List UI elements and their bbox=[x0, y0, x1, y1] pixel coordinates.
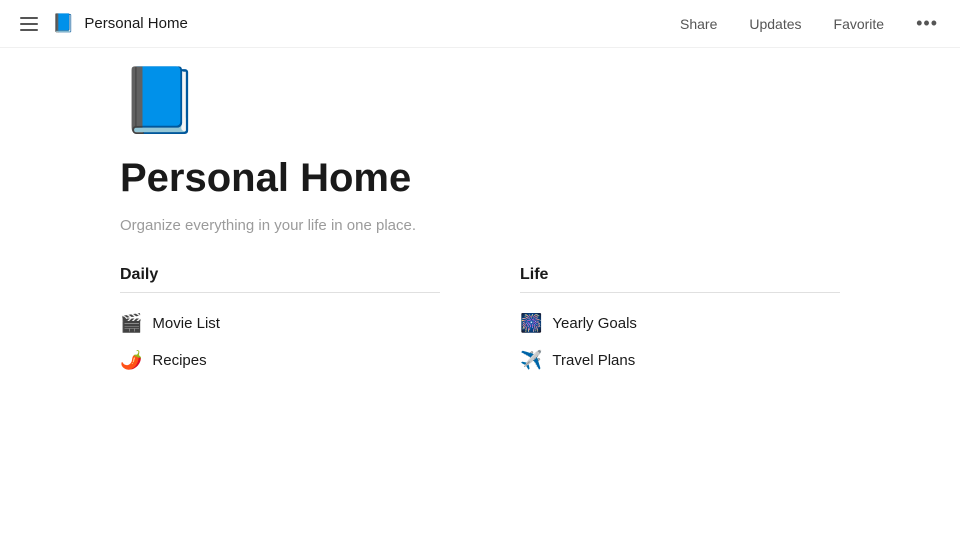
main-content: 📘 Personal Home Organize everything in y… bbox=[0, 48, 960, 379]
section-daily-items: 🎬 Movie List 🌶️ Recipes bbox=[120, 305, 440, 379]
travel-plans-label: Travel Plans bbox=[552, 352, 635, 369]
travel-plans-icon: ✈️ bbox=[520, 350, 542, 371]
list-item-travel-plans[interactable]: ✈️ Travel Plans bbox=[520, 342, 840, 379]
movie-list-icon: 🎬 bbox=[120, 313, 142, 334]
section-life-title: Life bbox=[520, 266, 840, 293]
section-life: Life 🎆 Yearly Goals ✈️ Travel Plans bbox=[520, 266, 840, 379]
page-description: Organize everything in your life in one … bbox=[120, 217, 840, 234]
recipes-label: Recipes bbox=[152, 352, 206, 369]
share-button[interactable]: Share bbox=[674, 12, 723, 36]
topbar-right: Share Updates Favorite ••• bbox=[674, 9, 944, 38]
recipes-icon: 🌶️ bbox=[120, 350, 142, 371]
movie-list-label: Movie List bbox=[152, 315, 220, 332]
topbar: 📘 Personal Home Share Updates Favorite •… bbox=[0, 0, 960, 48]
favorite-button[interactable]: Favorite bbox=[828, 12, 891, 36]
topbar-title: Personal Home bbox=[84, 15, 187, 32]
page-title: Personal Home bbox=[120, 156, 840, 201]
section-daily: Daily 🎬 Movie List 🌶️ Recipes bbox=[120, 266, 440, 379]
page-cover-icon: 📘 bbox=[120, 68, 840, 132]
yearly-goals-icon: 🎆 bbox=[520, 313, 542, 334]
yearly-goals-label: Yearly Goals bbox=[552, 315, 637, 332]
section-life-items: 🎆 Yearly Goals ✈️ Travel Plans bbox=[520, 305, 840, 379]
menu-icon[interactable] bbox=[16, 13, 42, 35]
section-daily-title: Daily bbox=[120, 266, 440, 293]
topbar-left: 📘 Personal Home bbox=[16, 13, 188, 35]
list-item-movie-list[interactable]: 🎬 Movie List bbox=[120, 305, 440, 342]
sections-grid: Daily 🎬 Movie List 🌶️ Recipes Life 🎆 Yea… bbox=[120, 266, 840, 379]
list-item-recipes[interactable]: 🌶️ Recipes bbox=[120, 342, 440, 379]
list-item-yearly-goals[interactable]: 🎆 Yearly Goals bbox=[520, 305, 840, 342]
more-options-button[interactable]: ••• bbox=[910, 9, 944, 38]
topbar-page-icon: 📘 bbox=[52, 13, 74, 34]
updates-button[interactable]: Updates bbox=[743, 12, 807, 36]
